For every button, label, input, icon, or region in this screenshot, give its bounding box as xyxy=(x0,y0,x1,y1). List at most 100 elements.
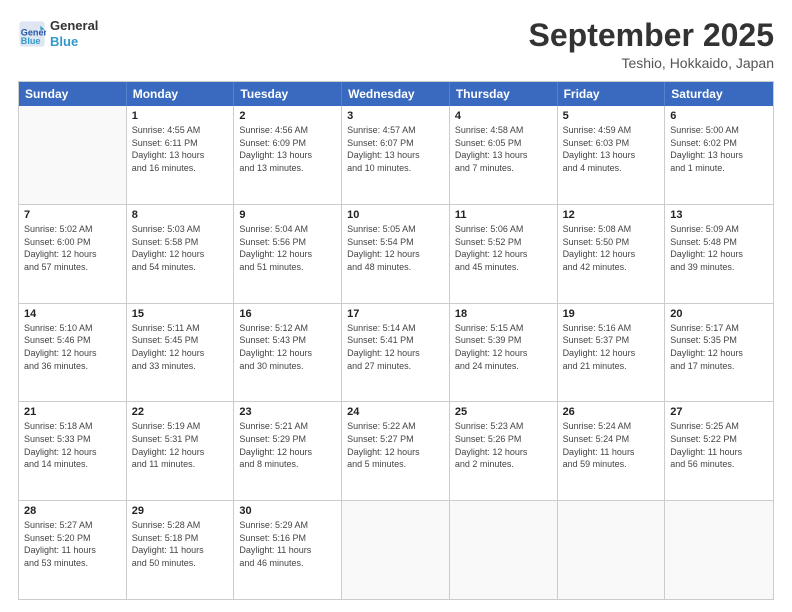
logo-icon: General Blue xyxy=(18,20,46,48)
month-title: September 2025 xyxy=(529,18,774,53)
day-number: 13 xyxy=(670,209,768,221)
day-info: Sunrise: 5:11 AM Sunset: 5:45 PM Dayligh… xyxy=(132,322,229,372)
day-number: 14 xyxy=(24,308,121,320)
calendar-empty-cell xyxy=(450,501,558,599)
day-info: Sunrise: 5:16 AM Sunset: 5:37 PM Dayligh… xyxy=(563,322,660,372)
logo-line1: General xyxy=(50,18,98,34)
day-info: Sunrise: 5:29 AM Sunset: 5:16 PM Dayligh… xyxy=(239,519,336,569)
day-info: Sunrise: 5:06 AM Sunset: 5:52 PM Dayligh… xyxy=(455,223,552,273)
calendar-day-13: 13 Sunrise: 5:09 AM Sunset: 5:48 PM Dayli… xyxy=(665,205,773,303)
calendar-day-4: 4 Sunrise: 4:58 AM Sunset: 6:05 PM Daylig… xyxy=(450,106,558,204)
weekday-header: Friday xyxy=(558,82,666,106)
calendar-day-18: 18 Sunrise: 5:15 AM Sunset: 5:39 PM Dayli… xyxy=(450,304,558,402)
day-info: Sunrise: 5:08 AM Sunset: 5:50 PM Dayligh… xyxy=(563,223,660,273)
day-number: 21 xyxy=(24,406,121,418)
calendar-day-21: 21Sunrise: 5:18 AM Sunset: 5:33 PM Dayli… xyxy=(19,402,127,500)
day-number: 12 xyxy=(563,209,660,221)
calendar-day-23: 23Sunrise: 5:21 AM Sunset: 5:29 PM Dayli… xyxy=(234,402,342,500)
day-info: Sunrise: 5:03 AM Sunset: 5:58 PM Dayligh… xyxy=(132,223,229,273)
day-info: Sunrise: 5:22 AM Sunset: 5:27 PM Dayligh… xyxy=(347,420,444,470)
weekday-header: Thursday xyxy=(450,82,558,106)
calendar-row: 21Sunrise: 5:18 AM Sunset: 5:33 PM Dayli… xyxy=(19,401,773,500)
day-info: Sunrise: 5:19 AM Sunset: 5:31 PM Dayligh… xyxy=(132,420,229,470)
day-number: 18 xyxy=(455,308,552,320)
day-number: 8 xyxy=(132,209,229,221)
day-number: 17 xyxy=(347,308,444,320)
calendar-day-7: 7 Sunrise: 5:02 AM Sunset: 6:00 PM Daylig… xyxy=(19,205,127,303)
day-number: 5 xyxy=(563,110,660,122)
calendar-day-27: 27 Sunrise: 5:25 AM Sunset: 5:22 PM Dayli… xyxy=(665,402,773,500)
day-number: 29 xyxy=(132,505,229,517)
calendar-day-16: 16Sunrise: 5:12 AM Sunset: 5:43 PM Dayli… xyxy=(234,304,342,402)
day-info: Sunrise: 5:23 AM Sunset: 5:26 PM Dayligh… xyxy=(455,420,552,470)
calendar-row: 28Sunrise: 5:27 AM Sunset: 5:20 PM Dayli… xyxy=(19,500,773,599)
calendar-day-12: 12 Sunrise: 5:08 AM Sunset: 5:50 PM Dayli… xyxy=(558,205,666,303)
day-number: 6 xyxy=(670,110,768,122)
calendar-day-6: 6 Sunrise: 5:00 AM Sunset: 6:02 PM Daylig… xyxy=(665,106,773,204)
day-info: Sunrise: 5:12 AM Sunset: 5:43 PM Dayligh… xyxy=(239,322,336,372)
calendar-day-5: 5Sunrise: 4:59 AM Sunset: 6:03 PM Daylig… xyxy=(558,106,666,204)
calendar-empty-cell xyxy=(665,501,773,599)
calendar-body: 1 Sunrise: 4:55 AM Sunset: 6:11 PM Daylig… xyxy=(19,106,773,599)
calendar-day-28: 28Sunrise: 5:27 AM Sunset: 5:20 PM Dayli… xyxy=(19,501,127,599)
day-info: Sunrise: 4:56 AM Sunset: 6:09 PM Dayligh… xyxy=(239,124,336,174)
calendar-row: 1 Sunrise: 4:55 AM Sunset: 6:11 PM Daylig… xyxy=(19,106,773,204)
day-info: Sunrise: 5:25 AM Sunset: 5:22 PM Dayligh… xyxy=(670,420,768,470)
day-number: 7 xyxy=(24,209,121,221)
day-number: 23 xyxy=(239,406,336,418)
day-info: Sunrise: 5:24 AM Sunset: 5:24 PM Dayligh… xyxy=(563,420,660,470)
header: General Blue GeneralBlue September 2025 … xyxy=(18,18,774,71)
day-info: Sunrise: 5:04 AM Sunset: 5:56 PM Dayligh… xyxy=(239,223,336,273)
calendar-day-30: 30 Sunrise: 5:29 AM Sunset: 5:16 PM Dayli… xyxy=(234,501,342,599)
calendar-day-25: 25 Sunrise: 5:23 AM Sunset: 5:26 PM Dayli… xyxy=(450,402,558,500)
svg-text:Blue: Blue xyxy=(21,35,41,45)
calendar-empty-cell xyxy=(558,501,666,599)
day-number: 1 xyxy=(132,110,229,122)
day-info: Sunrise: 5:09 AM Sunset: 5:48 PM Dayligh… xyxy=(670,223,768,273)
day-number: 22 xyxy=(132,406,229,418)
day-number: 26 xyxy=(563,406,660,418)
day-info: Sunrise: 4:55 AM Sunset: 6:11 PM Dayligh… xyxy=(132,124,229,174)
day-number: 3 xyxy=(347,110,444,122)
logo-line2: Blue xyxy=(50,34,98,50)
day-info: Sunrise: 5:05 AM Sunset: 5:54 PM Dayligh… xyxy=(347,223,444,273)
calendar-day-9: 9 Sunrise: 5:04 AM Sunset: 5:56 PM Daylig… xyxy=(234,205,342,303)
day-number: 20 xyxy=(670,308,768,320)
calendar-day-17: 17Sunrise: 5:14 AM Sunset: 5:41 PM Dayli… xyxy=(342,304,450,402)
day-info: Sunrise: 5:17 AM Sunset: 5:35 PM Dayligh… xyxy=(670,322,768,372)
calendar-header: SundayMondayTuesdayWednesdayThursdayFrid… xyxy=(19,82,773,106)
calendar-day-15: 15 Sunrise: 5:11 AM Sunset: 5:45 PM Dayli… xyxy=(127,304,235,402)
calendar: SundayMondayTuesdayWednesdayThursdayFrid… xyxy=(18,81,774,600)
day-number: 4 xyxy=(455,110,552,122)
title-block: September 2025 Teshio, Hokkaido, Japan xyxy=(529,18,774,71)
day-number: 27 xyxy=(670,406,768,418)
day-info: Sunrise: 5:15 AM Sunset: 5:39 PM Dayligh… xyxy=(455,322,552,372)
calendar-day-22: 22 Sunrise: 5:19 AM Sunset: 5:31 PM Dayli… xyxy=(127,402,235,500)
day-info: Sunrise: 5:00 AM Sunset: 6:02 PM Dayligh… xyxy=(670,124,768,174)
day-number: 30 xyxy=(239,505,336,517)
calendar-empty-cell xyxy=(19,106,127,204)
day-info: Sunrise: 5:27 AM Sunset: 5:20 PM Dayligh… xyxy=(24,519,121,569)
day-info: Sunrise: 5:10 AM Sunset: 5:46 PM Dayligh… xyxy=(24,322,121,372)
calendar-day-19: 19 Sunrise: 5:16 AM Sunset: 5:37 PM Dayli… xyxy=(558,304,666,402)
calendar-day-20: 20 Sunrise: 5:17 AM Sunset: 5:35 PM Dayli… xyxy=(665,304,773,402)
calendar-day-1: 1 Sunrise: 4:55 AM Sunset: 6:11 PM Daylig… xyxy=(127,106,235,204)
calendar-day-3: 3 Sunrise: 4:57 AM Sunset: 6:07 PM Daylig… xyxy=(342,106,450,204)
calendar-day-2: 2Sunrise: 4:56 AM Sunset: 6:09 PM Daylig… xyxy=(234,106,342,204)
day-info: Sunrise: 4:58 AM Sunset: 6:05 PM Dayligh… xyxy=(455,124,552,174)
day-number: 25 xyxy=(455,406,552,418)
day-number: 9 xyxy=(239,209,336,221)
day-number: 19 xyxy=(563,308,660,320)
day-number: 15 xyxy=(132,308,229,320)
calendar-day-24: 24Sunrise: 5:22 AM Sunset: 5:27 PM Dayli… xyxy=(342,402,450,500)
day-info: Sunrise: 4:57 AM Sunset: 6:07 PM Dayligh… xyxy=(347,124,444,174)
calendar-day-14: 14 Sunrise: 5:10 AM Sunset: 5:46 PM Dayli… xyxy=(19,304,127,402)
day-info: Sunrise: 5:02 AM Sunset: 6:00 PM Dayligh… xyxy=(24,223,121,273)
weekday-header: Tuesday xyxy=(234,82,342,106)
calendar-day-10: 10Sunrise: 5:05 AM Sunset: 5:54 PM Dayli… xyxy=(342,205,450,303)
calendar-page: General Blue GeneralBlue September 2025 … xyxy=(0,0,792,612)
calendar-day-8: 8 Sunrise: 5:03 AM Sunset: 5:58 PM Daylig… xyxy=(127,205,235,303)
weekday-header: Sunday xyxy=(19,82,127,106)
weekday-header: Wednesday xyxy=(342,82,450,106)
day-number: 11 xyxy=(455,209,552,221)
